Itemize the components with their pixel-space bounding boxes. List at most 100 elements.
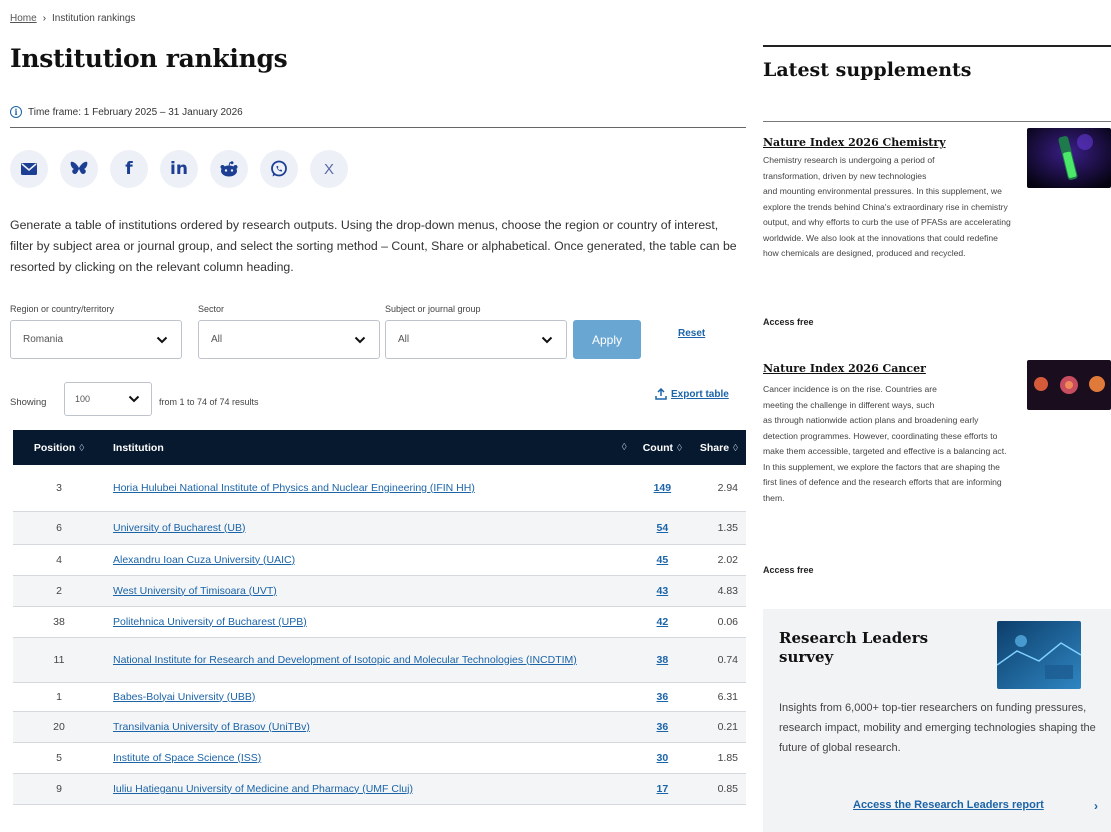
count-link[interactable]: 36 [657,691,669,703]
linkedin-share-button[interactable]: in [160,150,198,188]
row-count: 36 [635,682,690,711]
timeframe: i Time frame: 1 February 2025 – 31 Janua… [10,106,243,118]
page-size-value: 100 [75,394,91,404]
breadcrumb-current: Institution rankings [52,13,136,24]
row-count: 36 [635,711,690,742]
table-row: 5 Institute of Space Science (ISS) 30 1.85 [13,742,746,773]
chevron-down-icon [541,336,553,343]
row-position: 5 [56,751,62,764]
subject-label: Subject or journal group [385,304,481,314]
sidebar-title: Latest supplements [763,59,972,81]
timeframe-text: Time frame: 1 February 2025 – 31 January… [28,106,243,118]
count-link[interactable]: 45 [657,554,669,566]
row-position: 6 [56,521,62,534]
count-header[interactable]: Count ◊ [635,430,690,465]
count-link[interactable]: 42 [657,616,669,628]
research-leaders-link[interactable]: Access the Research Leaders report [853,799,1044,811]
table-row: 38 Politehnica University of Bucharest (U… [13,606,746,637]
institution-link[interactable]: Transilvania University of Brasov (UniTB… [113,721,310,733]
table-row: 2 West University of Timisoara (UVT) 43 4.8… [13,575,746,606]
institution-link[interactable]: Alexandru Ioan Cuza University (UAIC) [113,554,295,566]
email-share-button[interactable] [10,150,48,188]
export-table-link[interactable]: Export table [655,388,729,400]
institution-link[interactable]: West University of Timisoara (UVT) [113,585,277,597]
chevron-down-icon [354,336,366,343]
sort-icon: ◊ [677,442,682,454]
export-table-label: Export table [671,388,729,400]
title-divider [10,127,746,128]
institution-link[interactable]: Horia Hulubei National Institute of Phys… [113,482,475,494]
row-count: 42 [635,606,690,637]
count-link[interactable]: 36 [657,721,669,733]
x-share-button[interactable]: X [310,150,348,188]
count-link[interactable]: 30 [657,752,669,764]
table-row: 3 Horia Hulubei National Institute of Phy… [13,465,746,511]
x-icon: X [323,160,334,178]
row-share: 2.02 [717,553,738,566]
intro-text: Generate a table of institutions ordered… [10,218,737,274]
count-link[interactable]: 38 [657,654,669,666]
breadcrumb: Home › Institution rankings [10,13,135,24]
institution-link[interactable]: Institute of Space Science (ISS) [113,752,261,764]
table-header-row: Position ◊ Institution ◊ Count ◊ Share ◊ [13,430,746,465]
row-institution: Babes-Bolyai University (UBB) [105,682,635,711]
chevron-down-icon [156,336,168,343]
row-institution: Horia Hulubei National Institute of Phys… [105,465,635,511]
count-link[interactable]: 17 [657,783,669,795]
apply-button[interactable]: Apply [573,320,641,359]
bluesky-share-button[interactable] [60,150,98,188]
chevron-down-icon [128,395,140,403]
row-position: 11 [53,653,65,666]
count-link[interactable]: 43 [657,585,669,597]
rankings-table: Position ◊ Institution ◊ Count ◊ Share ◊ 3 Ho… [13,430,746,805]
sector-select[interactable]: All [198,320,380,359]
row-institution: Alexandru Ioan Cuza University (UAIC) [105,544,635,575]
results-summary: from 1 to 74 of 74 results [159,397,259,407]
chemistry-thumbnail[interactable] [1027,128,1111,188]
row-count: 54 [635,511,690,544]
institution-link[interactable]: National Institute for Research and Deve… [113,654,577,666]
row-institution: National Institute for Research and Deve… [105,637,635,682]
page-size-select[interactable]: 100 [64,382,152,416]
institution-link[interactable]: Iuliu Hatieganu University of Medicine a… [113,783,413,795]
row-count: 45 [635,544,690,575]
supplement-chemistry-access[interactable]: Access free [763,317,814,327]
subject-select-value: All [398,334,410,345]
bluesky-icon [70,161,88,174]
subject-select[interactable]: All [385,320,567,359]
supplement-chemistry-title[interactable]: Nature Index 2026 Chemistry [763,136,946,149]
region-select[interactable]: Romania [10,320,182,359]
facebook-share-button[interactable]: f [110,150,148,188]
row-institution: Politehnica University of Bucharest (UPB… [105,606,635,637]
row-share: 4.83 [717,584,738,597]
row-share: 0.74 [717,653,738,666]
whatsapp-share-button[interactable] [260,150,298,188]
row-count: 149 [635,465,690,511]
supplement-cancer-title[interactable]: Nature Index 2026 Cancer [763,362,926,375]
email-icon [21,163,37,175]
institution-link[interactable]: Politehnica University of Bucharest (UPB… [113,616,307,628]
breadcrumb-home-link[interactable]: Home [10,13,37,24]
share-header[interactable]: Share ◊ [690,430,746,465]
institution-link[interactable]: Babes-Bolyai University (UBB) [113,691,255,703]
breadcrumb-separator: › [42,13,47,24]
sort-icon: ◊ [733,442,738,454]
institution-link[interactable]: University of Bucharest (UB) [113,522,245,534]
reset-link[interactable]: Reset [678,328,705,339]
row-institution: Iuliu Hatieganu University of Medicine a… [105,773,635,804]
position-header[interactable]: Position ◊ [13,430,105,465]
count-link[interactable]: 54 [657,522,669,534]
reddit-share-button[interactable] [210,150,248,188]
count-link[interactable]: 149 [654,482,672,494]
supplement-cancer-access[interactable]: Access free [763,565,814,575]
row-position: 2 [56,584,62,597]
row-share: 0.21 [717,720,738,733]
region-label: Region or country/territory [10,304,115,314]
institution-header[interactable]: Institution ◊ [105,430,635,465]
share-buttons: f in X [10,150,348,188]
row-position: 20 [53,720,65,733]
info-icon[interactable]: i [10,106,22,118]
row-institution: Institute of Space Science (ISS) [105,742,635,773]
showing-label: Showing [10,397,47,408]
cancer-thumbnail[interactable] [1027,360,1111,410]
